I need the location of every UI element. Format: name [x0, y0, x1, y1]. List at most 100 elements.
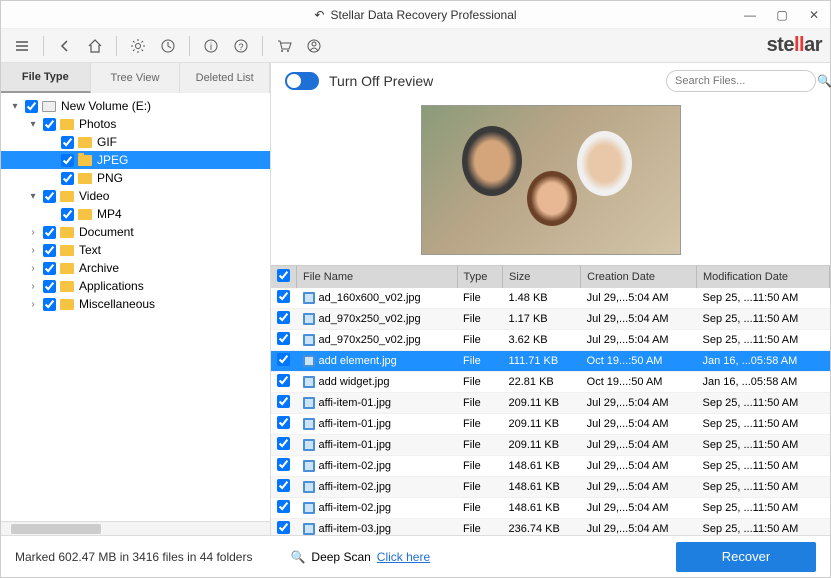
user-button[interactable] — [301, 33, 327, 59]
row-checkbox[interactable] — [277, 395, 290, 408]
tree-checkbox[interactable] — [25, 100, 38, 113]
cell-size: 1.48 KB — [502, 288, 580, 309]
tree-checkbox[interactable] — [43, 244, 56, 257]
tab-tree-view[interactable]: Tree View — [91, 63, 181, 93]
file-table[interactable]: File Name Type Size Creation Date Modifi… — [271, 265, 830, 535]
twisty-icon[interactable]: ▾ — [27, 191, 39, 202]
tree-item[interactable]: GIF — [1, 133, 270, 151]
preview-toggle[interactable] — [285, 72, 319, 90]
tree-checkbox[interactable] — [61, 172, 74, 185]
row-checkbox[interactable] — [277, 332, 290, 345]
twisty-icon[interactable]: › — [27, 263, 39, 274]
folder-tree[interactable]: ▾New Volume (E:)▾PhotosGIFJPEGPNG▾Video M… — [1, 93, 270, 521]
col-type[interactable]: Type — [457, 266, 502, 288]
minimize-button[interactable]: — — [734, 1, 766, 29]
tree-checkbox[interactable] — [43, 118, 56, 131]
search-input[interactable] — [675, 75, 817, 87]
col-mdate[interactable]: Modification Date — [697, 266, 830, 288]
cell-name: ad_970x250_v02.jpg — [319, 334, 421, 346]
cell-cdate: Jul 29,...5:04 AM — [581, 456, 697, 477]
tree-checkbox[interactable] — [43, 226, 56, 239]
table-row[interactable]: add element.jpgFile111.71 KBOct 19...:50… — [271, 351, 830, 372]
table-row[interactable]: affi-item-01.jpgFile209.11 KBJul 29,...5… — [271, 393, 830, 414]
twisty-icon[interactable]: › — [27, 299, 39, 310]
tree-item[interactable]: ›Applications — [1, 277, 270, 295]
file-icon — [303, 376, 315, 388]
table-row[interactable]: affi-item-02.jpgFile148.61 KBJul 29,...5… — [271, 477, 830, 498]
table-row[interactable]: ad_970x250_v02.jpgFile1.17 KBJul 29,...5… — [271, 309, 830, 330]
tree-checkbox[interactable] — [43, 262, 56, 275]
svg-text:i: i — [210, 42, 212, 53]
cell-name: affi-item-03.jpg — [319, 523, 392, 535]
row-checkbox[interactable] — [277, 311, 290, 324]
table-row[interactable]: affi-item-03.jpgFile236.74 KBJul 29,...5… — [271, 519, 830, 536]
file-icon — [303, 460, 315, 472]
row-checkbox[interactable] — [277, 290, 290, 303]
row-checkbox[interactable] — [277, 374, 290, 387]
tree-checkbox[interactable] — [61, 136, 74, 149]
tree-label: MP4 — [97, 207, 122, 221]
table-row[interactable]: add widget.jpgFile22.81 KBOct 19...:50 A… — [271, 372, 830, 393]
tab-file-type[interactable]: File Type — [1, 63, 91, 93]
tree-item[interactable]: ▾Photos — [1, 115, 270, 133]
tree-item[interactable]: ▾Video — [1, 187, 270, 205]
col-check[interactable] — [271, 266, 297, 288]
cell-type: File — [457, 477, 502, 498]
tree-item[interactable]: ›Document — [1, 223, 270, 241]
row-checkbox[interactable] — [277, 416, 290, 429]
sidebar: File Type Tree View Deleted List ▾New Vo… — [1, 63, 271, 535]
tree-scrollbar[interactable] — [1, 521, 270, 535]
menu-button[interactable] — [9, 33, 35, 59]
col-size[interactable]: Size — [502, 266, 580, 288]
table-row[interactable]: affi-item-02.jpgFile148.61 KBJul 29,...5… — [271, 498, 830, 519]
col-cdate[interactable]: Creation Date — [581, 266, 697, 288]
settings-button[interactable] — [125, 33, 151, 59]
twisty-icon[interactable]: › — [27, 227, 39, 238]
tree-checkbox[interactable] — [43, 280, 56, 293]
table-row[interactable]: ad_160x600_v02.jpgFile1.48 KBJul 29,...5… — [271, 288, 830, 309]
tree-item[interactable]: ▾New Volume (E:) — [1, 97, 270, 115]
twisty-icon[interactable]: ▾ — [27, 119, 39, 130]
row-checkbox[interactable] — [277, 500, 290, 513]
home-button[interactable] — [82, 33, 108, 59]
recover-button[interactable]: Recover — [676, 542, 816, 572]
tree-item[interactable]: JPEG — [1, 151, 270, 169]
row-checkbox[interactable] — [277, 437, 290, 450]
cart-button[interactable] — [271, 33, 297, 59]
separator — [116, 36, 117, 56]
twisty-icon[interactable]: › — [27, 245, 39, 256]
deepscan-link[interactable]: Click here — [377, 550, 430, 564]
tree-item[interactable]: ›Miscellaneous — [1, 295, 270, 313]
row-checkbox[interactable] — [277, 479, 290, 492]
tree-checkbox[interactable] — [61, 208, 74, 221]
twisty-icon[interactable]: › — [27, 281, 39, 292]
help-button[interactable]: ? — [228, 33, 254, 59]
table-row[interactable]: affi-item-01.jpgFile209.11 KBJul 29,...5… — [271, 414, 830, 435]
tab-deleted-list[interactable]: Deleted List — [180, 63, 270, 93]
search-box[interactable]: 🔍 — [666, 70, 816, 92]
table-row[interactable]: ad_970x250_v02.jpgFile3.62 KBJul 29,...5… — [271, 330, 830, 351]
history-button[interactable] — [155, 33, 181, 59]
tree-item[interactable]: MP4 — [1, 205, 270, 223]
maximize-button[interactable]: ▢ — [766, 1, 798, 29]
back-button[interactable] — [52, 33, 78, 59]
tree-checkbox[interactable] — [61, 154, 74, 167]
cell-mdate: Jan 16, ...05:58 AM — [697, 351, 830, 372]
tree-item[interactable]: PNG — [1, 169, 270, 187]
info-button[interactable]: i — [198, 33, 224, 59]
tree-item[interactable]: ›Text — [1, 241, 270, 259]
tree-checkbox[interactable] — [43, 298, 56, 311]
cell-type: File — [457, 435, 502, 456]
tree-item[interactable]: ›Archive — [1, 259, 270, 277]
row-checkbox[interactable] — [277, 521, 290, 534]
tree-checkbox[interactable] — [43, 190, 56, 203]
table-row[interactable]: affi-item-01.jpgFile209.11 KBJul 29,...5… — [271, 435, 830, 456]
folder-icon — [78, 137, 92, 148]
table-row[interactable]: affi-item-02.jpgFile148.61 KBJul 29,...5… — [271, 456, 830, 477]
row-checkbox[interactable] — [277, 458, 290, 471]
twisty-icon[interactable]: ▾ — [9, 101, 21, 112]
cell-mdate: Sep 25, ...11:50 AM — [697, 456, 830, 477]
col-name[interactable]: File Name — [297, 266, 458, 288]
close-button[interactable]: ✕ — [798, 1, 830, 29]
row-checkbox[interactable] — [277, 353, 290, 366]
